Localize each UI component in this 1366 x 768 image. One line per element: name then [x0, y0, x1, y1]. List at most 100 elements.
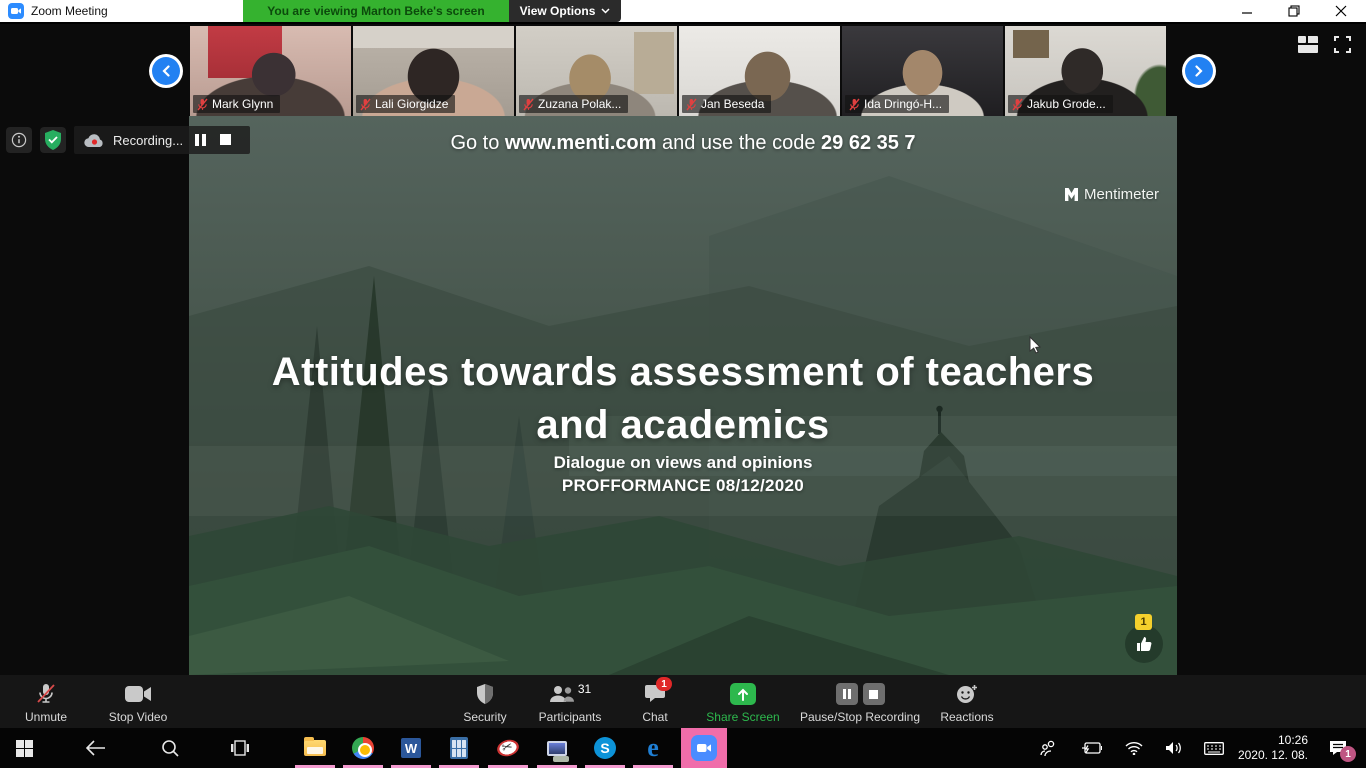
mouse-cursor: [1029, 336, 1041, 354]
participants-count: 31: [578, 682, 591, 696]
windows-logo-icon: [16, 740, 33, 757]
reactions-smiley-icon: [956, 684, 978, 704]
pause-recording-icon[interactable]: [195, 134, 206, 146]
remote-desktop-taskbar-icon[interactable]: [533, 728, 581, 768]
thumbs-up-icon: [1135, 635, 1153, 653]
chat-button[interactable]: 1 Chat: [625, 675, 685, 728]
title-bar: Zoom Meeting You are viewing Marton Beke…: [0, 0, 1366, 24]
screen-share-banner: You are viewing Marton Beke's screen: [243, 0, 509, 22]
start-button[interactable]: [0, 728, 48, 768]
tray-touch-keyboard-icon[interactable]: [1196, 728, 1232, 768]
info-icon: [11, 132, 27, 148]
scroll-participants-left-button[interactable]: [149, 54, 183, 88]
security-button[interactable]: Security: [452, 675, 518, 728]
windows-taskbar: W S e 10:26 2020. 12. 08. 1: [0, 728, 1366, 768]
mic-muted-icon: [360, 98, 371, 111]
recording-indicator-panel: Recording...: [74, 126, 250, 154]
participant-video-tile[interactable]: Zuzana Polak...: [516, 26, 677, 116]
tray-volume-icon[interactable]: [1156, 728, 1192, 768]
back-arrow-icon: [86, 740, 106, 756]
security-shield-icon: [476, 684, 494, 704]
stop-recording-icon[interactable]: [220, 134, 231, 145]
app-identity: Zoom Meeting: [8, 3, 108, 19]
snipping-tool-taskbar-icon[interactable]: [484, 728, 532, 768]
participant-video-tile[interactable]: Ida Dringó-H...: [842, 26, 1003, 116]
participant-name: Jan Beseda: [701, 97, 764, 111]
close-button[interactable]: [1324, 0, 1358, 22]
mentimeter-logo-text: Mentimeter: [1084, 186, 1159, 203]
notification-count-badge: 1: [1340, 746, 1356, 762]
clock-time: 10:26: [1278, 733, 1308, 748]
mic-muted-icon: [197, 98, 208, 111]
zoom-meeting-window: Zoom Meeting You are viewing Marton Beke…: [0, 0, 1366, 768]
recording-cloud-icon: [84, 133, 105, 148]
tray-people-icon[interactable]: [1030, 728, 1066, 768]
mic-muted-icon: [1012, 98, 1023, 111]
scroll-participants-right-button[interactable]: [1182, 54, 1216, 88]
stop-video-button[interactable]: Stop Video: [102, 675, 174, 728]
action-center-button[interactable]: 1: [1316, 728, 1360, 768]
participant-video-tile[interactable]: Lali Giorgidze: [353, 26, 514, 116]
participant-video-tile[interactable]: Mark Glynn: [190, 26, 351, 116]
menti-code: 29 62 35 7: [821, 132, 916, 154]
participants-button[interactable]: 31 Participants: [528, 675, 612, 728]
search-button[interactable]: [146, 728, 194, 768]
pause-stop-recording-button[interactable]: Pause/Stop Recording: [793, 675, 927, 728]
participant-name: Ida Dringó-H...: [864, 97, 942, 111]
window-title: Zoom Meeting: [31, 4, 108, 18]
participant-video-tile[interactable]: Jan Beseda: [679, 26, 840, 116]
participant-video-tile[interactable]: Jakub Grode...: [1005, 26, 1166, 116]
participant-name: Jakub Grode...: [1027, 97, 1106, 111]
participant-name: Zuzana Polak...: [538, 97, 621, 111]
reaction-count-badge: 1: [1135, 614, 1152, 630]
mentimeter-logo-icon: [1065, 188, 1078, 201]
taskbar-clock[interactable]: 10:26 2020. 12. 08.: [1228, 728, 1308, 768]
menti-url: www.menti.com: [505, 132, 657, 154]
edge-taskbar-icon[interactable]: e: [629, 728, 677, 768]
tray-wifi-icon[interactable]: [1116, 728, 1152, 768]
meeting-toolbar: Unmute Stop Video Security 31 Participan…: [0, 675, 1366, 728]
recording-status-text: Recording...: [113, 133, 183, 148]
menti-join-instruction: Go to www.menti.com and use the code 29 …: [189, 132, 1177, 155]
share-screen-button[interactable]: Share Screen: [698, 675, 788, 728]
zoom-taskbar-icon-active[interactable]: [681, 728, 727, 768]
minimize-button[interactable]: [1230, 0, 1264, 22]
file-explorer-taskbar-icon[interactable]: [291, 728, 339, 768]
search-icon: [161, 739, 179, 757]
task-view-button[interactable]: [216, 728, 264, 768]
view-options-label: View Options: [520, 4, 596, 18]
mic-muted-icon: [849, 98, 860, 111]
green-shield-check-icon: [44, 130, 62, 150]
slide-event-line: PROFFORMANCE 08/12/2020: [233, 476, 1133, 496]
slide-subtitle: Dialogue on views and opinions: [233, 453, 1133, 473]
gallery-view-icon[interactable]: [1298, 36, 1318, 53]
thumbs-up-reaction: [1125, 625, 1163, 663]
back-button[interactable]: [72, 728, 120, 768]
view-options-button[interactable]: View Options: [509, 0, 621, 22]
clock-date: 2020. 12. 08.: [1238, 748, 1308, 763]
stop-icon[interactable]: [863, 683, 885, 705]
chevron-left-icon: [152, 57, 180, 85]
participant-name: Lali Giorgidze: [375, 97, 448, 111]
fullscreen-icon[interactable]: [1334, 36, 1351, 53]
mic-muted-icon: [36, 683, 56, 705]
camera-icon: [125, 686, 151, 702]
participants-icon: [549, 685, 575, 703]
encryption-shield-button[interactable]: [40, 127, 66, 153]
mic-muted-icon: [686, 98, 697, 111]
calculator-taskbar-icon[interactable]: [435, 728, 483, 768]
unmute-button[interactable]: Unmute: [15, 675, 77, 728]
shared-screen-slide: Go to www.menti.com and use the code 29 …: [189, 116, 1177, 675]
chrome-taskbar-icon[interactable]: [339, 728, 387, 768]
restore-button[interactable]: [1277, 0, 1311, 22]
share-screen-icon: [730, 683, 756, 705]
skype-taskbar-icon[interactable]: S: [581, 728, 629, 768]
reactions-button[interactable]: Reactions: [934, 675, 1000, 728]
zoom-app-icon: [8, 3, 24, 19]
participant-name: Mark Glynn: [212, 97, 273, 111]
meeting-info-button[interactable]: [6, 127, 32, 153]
tray-battery-icon[interactable]: [1074, 728, 1110, 768]
chevron-down-icon: [601, 8, 610, 14]
word-taskbar-icon[interactable]: W: [387, 728, 435, 768]
pause-icon[interactable]: [836, 683, 858, 705]
